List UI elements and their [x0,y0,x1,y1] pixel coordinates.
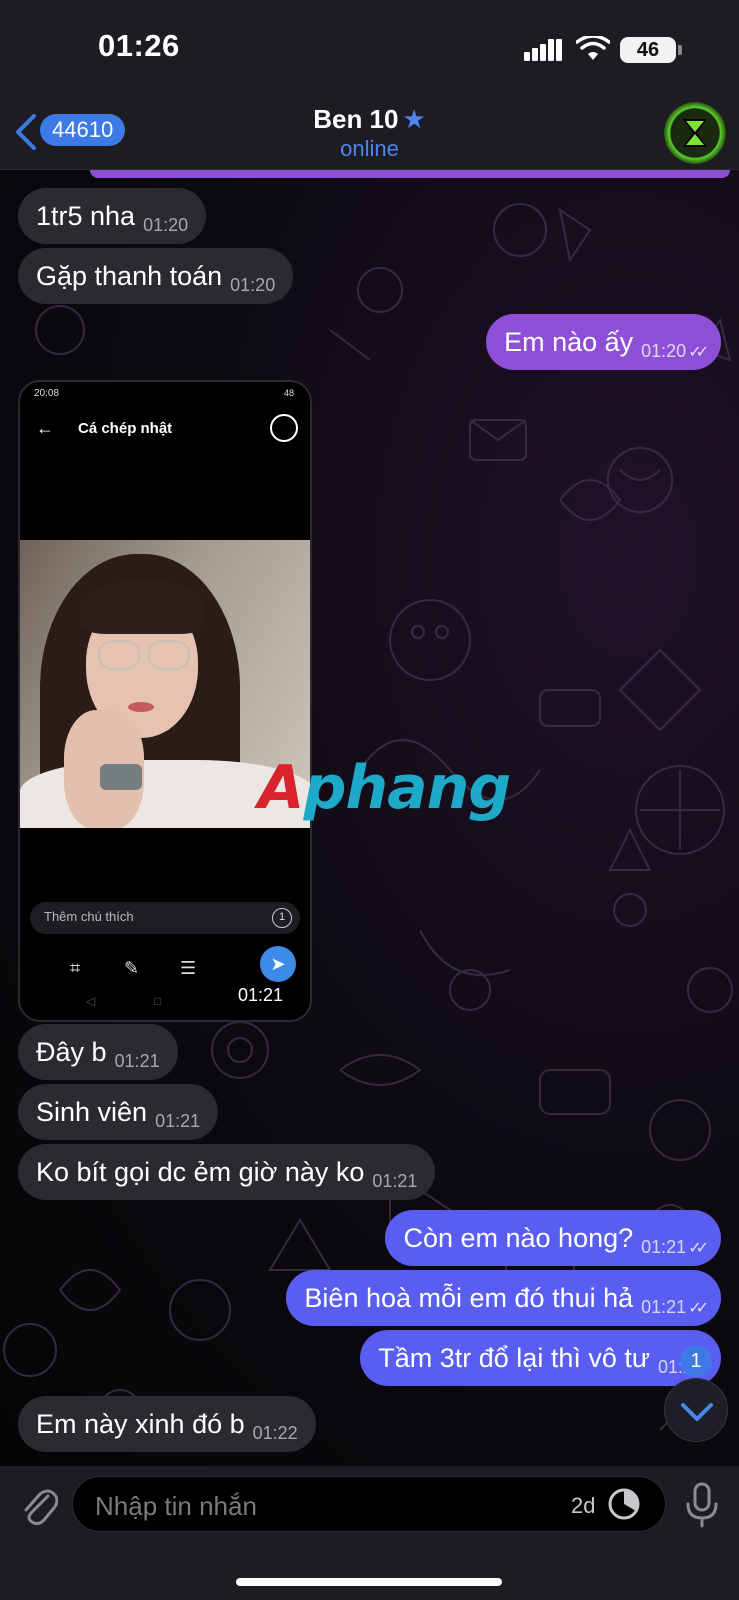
battery-tip [678,45,682,55]
inner-title: Cá chép nhật [78,420,173,437]
read-ticks-icon: ✓✓ [688,344,709,361]
contact-avatar[interactable] [664,102,726,164]
status-time: 01:26 [98,28,180,63]
unread-count-badge: 1 [680,1345,712,1377]
chat-status: online [340,136,399,161]
message-text: Ko bít gọi dc ẻm giờ này ko [36,1157,365,1187]
watermark-logo: Aphang [258,753,511,823]
inner-crop-icon: ⌗ [70,958,81,978]
message-text: Em này xinh đó b [36,1409,245,1439]
chat-title-text: Ben 10 [313,104,399,134]
inner-nav-home-icon: □ [154,994,162,1008]
message-time: 01:20 [230,275,276,295]
message-time: 01:21 [155,1111,201,1131]
message-time: 01:21 [114,1051,160,1071]
message-time: 01:21 [641,1237,687,1257]
cellular-signal-icon [524,39,562,61]
message-text: Sinh viên [36,1097,148,1127]
attach-paperclip-icon[interactable] [18,1482,58,1528]
message-time: 01:21 [372,1171,418,1191]
message-text: Đây b [36,1037,107,1067]
scroll-to-bottom-button[interactable] [664,1378,728,1442]
inner-timer-icon: 1 [272,908,292,928]
inner-battery: 48 [283,388,294,398]
inner-caption-placeholder: Thêm chú thích [44,909,134,924]
battery-icon: 46 [620,37,676,63]
message-time: 01:20 [641,341,687,361]
message-text: Còn em nào hong? [403,1223,634,1253]
auto-delete-timer-label[interactable]: 2d [571,1493,595,1519]
status-bar: 01:26 46 [0,0,739,100]
microphone-icon[interactable] [684,1482,720,1528]
message-text: Tầm 3tr đổ lại thì vô tư [378,1343,650,1373]
message-bubble-outgoing[interactable]: Biên hoà mỗi em đó thui hả 01:21 ✓✓ [286,1270,721,1326]
inner-select-circle-icon [270,414,298,442]
chat-title[interactable]: Ben 10 ★ [0,104,739,135]
inner-status-time: 20:08 [34,388,60,399]
message-time: 01:21 [641,1297,687,1317]
message-time: 01:22 [252,1423,298,1443]
message-input-placeholder: Nhập tin nhắn [95,1491,257,1521]
omnitrix-icon [683,119,707,147]
message-text: Gặp thanh toán [36,261,223,291]
inner-back-arrow-icon: ← [36,418,54,438]
premium-star-icon: ★ [402,104,426,134]
message-bubble-incoming[interactable]: Đây b 01:21 [18,1024,178,1080]
read-ticks-icon: ✓✓ [688,1300,709,1317]
message-bubble-outgoing[interactable]: Còn em nào hong? 01:21 ✓✓ [385,1210,721,1266]
chat-header: 44610 Ben 10 ★ online [0,100,739,170]
wifi-icon [576,36,610,60]
inner-nav-back-icon: ◁ [86,994,96,1008]
message-text: 1tr5 nha [36,201,136,231]
home-indicator [236,1578,502,1586]
message-text: Em nào ấy [504,327,634,357]
message-time: 01:20 [143,215,189,235]
chevron-down-icon [681,1403,713,1421]
image-message[interactable]: 20:08 48 ← Cá chép nhật Thêm chú thích 1… [18,380,312,1022]
message-input[interactable]: Nhập tin nhắn 2d [72,1476,666,1532]
message-bubble-outgoing[interactable]: Tầm 3tr đổ lại thì vô tư01:21 [360,1330,721,1386]
message-bubble-incoming[interactable]: Ko bít gọi dc ẻm giờ này ko 01:21 [18,1144,436,1200]
auto-delete-timer-icon[interactable] [607,1487,641,1521]
message-bubble-incoming[interactable]: Em này xinh đó b 01:22 [18,1396,316,1452]
message-bubble-incoming[interactable]: Gặp thanh toán 01:20 [18,248,294,304]
message-text: Biên hoà mỗi em đó thui hả [304,1283,634,1313]
read-ticks-icon: ✓✓ [688,1240,709,1257]
inner-adjust-icon: ☰ [180,958,197,978]
previous-message-edge [90,170,730,178]
message-bubble-incoming[interactable]: Sinh viên 01:21 [18,1084,219,1140]
inner-brush-icon: ✎ [124,958,140,978]
message-input-bar: Nhập tin nhắn 2d [0,1466,739,1600]
inner-caption-field: Thêm chú thích 1 [30,902,300,934]
message-time: 01:21 [238,985,284,1005]
chat-area[interactable]: 1tr5 nha 01:20 Gặp thanh toán 01:20 Em nào… [0,170,739,1466]
inner-send-icon: ➤ [260,946,296,982]
message-bubble-incoming[interactable]: 1tr5 nha 01:20 [18,188,207,244]
message-bubble-outgoing[interactable]: Em nào ấy 01:20 ✓✓ [486,314,721,370]
